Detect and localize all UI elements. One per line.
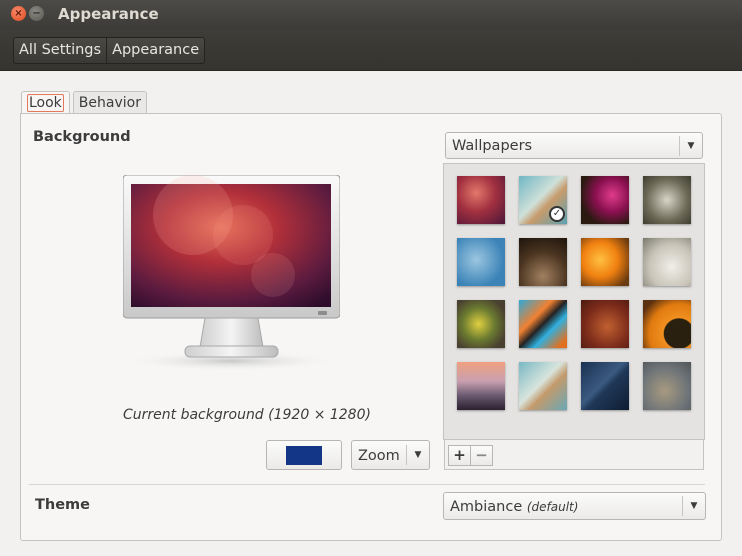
chevron-down-icon: ▼ <box>679 136 702 156</box>
color-swatch <box>286 446 322 465</box>
placement-mode-select[interactable]: Zoom ▼ <box>351 440 430 470</box>
add-wallpaper-button[interactable]: + <box>448 445 471 466</box>
wallpaper-thumbnail[interactable] <box>457 238 505 286</box>
tab-look-label: Look <box>27 94 64 112</box>
wallpaper-thumbnail[interactable] <box>457 362 505 410</box>
monitor-preview <box>123 175 340 370</box>
tab-behavior-label: Behavior <box>78 95 141 111</box>
theme-value: Ambiance <box>450 499 523 515</box>
minimize-icon[interactable]: − <box>29 6 44 21</box>
wallpaper-thumbnail[interactable] <box>643 238 691 286</box>
tab-bar: Look Behavior <box>21 91 150 115</box>
wallpaper-thumbnail[interactable] <box>581 238 629 286</box>
toolbar: All Settings Appearance <box>0 29 742 71</box>
background-label: Background <box>33 129 131 145</box>
wallpaper-grid: ✓ <box>443 163 705 440</box>
wallpaper-thumbnail[interactable] <box>519 300 567 348</box>
wallpaper-thumbnail[interactable] <box>643 176 691 224</box>
window-title: Appearance <box>58 5 159 23</box>
title-bar: × − Appearance <box>0 0 742 29</box>
wallpaper-thumbnail[interactable] <box>457 176 505 224</box>
chevron-down-icon: ▼ <box>406 445 429 465</box>
wallpaper-thumbnail[interactable] <box>643 300 691 348</box>
wallpaper-thumbnail[interactable] <box>643 362 691 410</box>
current-background-caption: Current background (1920 × 1280) <box>123 407 371 423</box>
wallpaper-thumbnail[interactable] <box>581 362 629 410</box>
close-icon[interactable]: × <box>11 6 26 21</box>
wallpaper-thumbnail[interactable] <box>581 300 629 348</box>
chevron-down-icon: ▼ <box>682 496 705 516</box>
breadcrumb-appearance[interactable]: Appearance <box>106 38 204 63</box>
wallpaper-thumbnail[interactable] <box>457 300 505 348</box>
background-color-button[interactable] <box>266 440 342 470</box>
tab-behavior[interactable]: Behavior <box>72 91 147 114</box>
check-icon: ✓ <box>549 206 565 222</box>
theme-label: Theme <box>35 497 90 513</box>
section-divider <box>29 484 705 485</box>
wallpaper-thumbnail-selected[interactable]: ✓ <box>519 176 567 224</box>
breadcrumb: All Settings Appearance <box>13 37 206 64</box>
wallpaper-thumbnail[interactable] <box>581 176 629 224</box>
background-source-value: Wallpapers <box>452 138 533 154</box>
wallpaper-thumbnail[interactable] <box>519 362 567 410</box>
theme-default-suffix: (default) <box>526 500 579 514</box>
wallpaper-list-toolbar: + − <box>444 440 704 470</box>
wallpaper-thumbnail[interactable] <box>519 238 567 286</box>
breadcrumb-all-settings[interactable]: All Settings <box>14 38 106 63</box>
placement-mode-value: Zoom <box>358 448 400 464</box>
tab-look[interactable]: Look <box>21 91 70 115</box>
background-source-select[interactable]: Wallpapers ▼ <box>445 132 703 159</box>
theme-select[interactable]: Ambiance (default) ▼ <box>443 492 706 520</box>
remove-wallpaper-button[interactable]: − <box>470 445 493 466</box>
